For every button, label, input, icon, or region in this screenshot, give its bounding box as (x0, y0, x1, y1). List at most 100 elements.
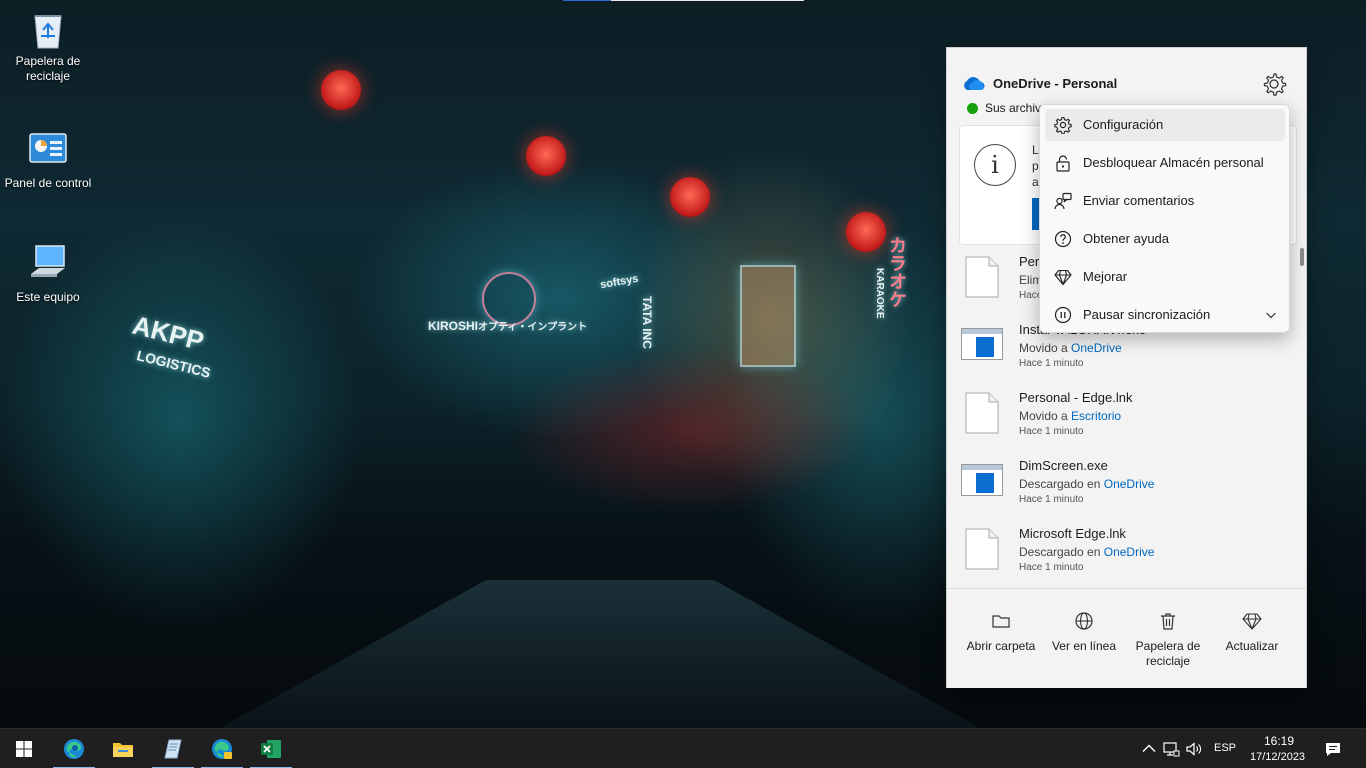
menu-item-settings[interactable]: Configuración (1045, 109, 1285, 141)
upgrade-button[interactable]: Actualizar (1210, 603, 1294, 654)
folder-icon (113, 743, 133, 757)
wallpaper-logistics-sign: LOGISTICS (135, 347, 213, 381)
menu-item-label: Pausar sincronización (1083, 307, 1211, 322)
menu-item-label: Configuración (1083, 117, 1164, 132)
desktop-icon-this-pc[interactable]: Este equipo (3, 244, 93, 305)
file-action: Movido a OneDrive (1019, 341, 1122, 355)
view-online-button[interactable]: Ver en línea (1042, 603, 1126, 654)
file-row[interactable]: Microsoft Edge.lnk Descargado en OneDriv… (947, 520, 1306, 588)
desktop-icon-label: Papelera de reciclaje (15, 54, 81, 83)
sync-status-text: Sus archivos están sincronizados (985, 101, 1045, 115)
clock-date[interactable]: 17/12/2023 (1250, 751, 1305, 763)
wallpaper-lantern (526, 136, 566, 176)
file-action: Movido a Escritorio (1019, 409, 1122, 423)
wallpaper-karaoke-jp-sign: カラオケ (887, 236, 907, 308)
globe-icon (1075, 612, 1093, 630)
onedrive-footer: Abrir carpeta Ver en línea Papelera de r… (947, 588, 1306, 688)
menu-item-label: Mejorar (1083, 269, 1128, 284)
onedrive-title: OneDrive - Personal (993, 76, 1118, 91)
desktop-icon-recycle-bin[interactable]: Papelera de reciclaje (3, 8, 93, 84)
settings-gear-button[interactable] (1261, 71, 1287, 97)
computer-icon (27, 244, 69, 286)
notifications-icon[interactable] (1324, 740, 1342, 758)
sync-ok-icon (967, 103, 978, 114)
excel-icon (261, 740, 281, 758)
taskbar-excel[interactable] (247, 729, 295, 768)
windows-start-icon (16, 741, 32, 757)
file-location-link[interactable]: OneDrive (1071, 341, 1122, 355)
feedback-icon (1054, 192, 1072, 210)
gear-icon (1054, 116, 1072, 134)
control-panel-icon (27, 130, 69, 172)
file-location-link[interactable]: Escritorio (1071, 409, 1121, 423)
wallpaper-billboard (740, 265, 796, 367)
trash-icon (1161, 613, 1175, 630)
menu-item-send-feedback[interactable]: Enviar comentarios (1045, 185, 1285, 217)
menu-item-get-help[interactable]: Obtener ayuda (1045, 223, 1285, 255)
menu-item-unlock-vault[interactable]: Desbloquear Almacén personal (1045, 147, 1285, 179)
file-row[interactable]: Personal - Edge.lnk Movido a Escritorio … (947, 384, 1306, 452)
taskbar: ESP 16:19 17/12/2023 (0, 728, 1366, 768)
file-time: Hace 1 minuto (1019, 562, 1084, 573)
diamond-icon (1242, 613, 1262, 630)
menu-item-pause-sync[interactable]: Pausar sincronización (1045, 299, 1285, 331)
diamond-icon (1054, 269, 1072, 286)
wallpaper-street (220, 580, 980, 728)
folder-icon (992, 615, 1010, 628)
menu-item-label: Desbloquear Almacén personal (1083, 155, 1264, 170)
wallpaper-tata-sign: TATA INC (640, 296, 654, 349)
menu-item-label: Obtener ayuda (1083, 231, 1170, 246)
recycle-bin-button[interactable]: Papelera de reciclaje (1126, 603, 1210, 669)
chevron-up-icon[interactable] (1140, 740, 1158, 758)
file-name: Personal - Edge.lnk (1019, 390, 1133, 405)
desktop-icon-label: Este equipo (16, 290, 80, 304)
wallpaper-karaoke-sign: KARAOKE (874, 268, 885, 319)
lock-icon (1056, 155, 1070, 172)
wallpaper-lantern (670, 177, 710, 217)
menu-item-label: Enviar comentarios (1083, 193, 1195, 208)
taskbar-notepad[interactable] (149, 729, 197, 768)
wallpaper-lantern (846, 212, 886, 252)
file-location-link[interactable]: OneDrive (1104, 477, 1155, 491)
file-location-link[interactable]: OneDrive (1104, 545, 1155, 559)
document-icon (965, 256, 999, 298)
chevron-down-icon (1266, 312, 1276, 319)
open-folder-label: Abrir carpeta (966, 639, 1036, 653)
info-icon: i (974, 144, 1016, 186)
file-row[interactable]: DimScreen.exe Descargado en OneDrive Hac… (947, 452, 1306, 520)
edge-profile-icon (212, 739, 232, 759)
desktop-icon-control-panel[interactable]: Panel de control (3, 130, 93, 191)
file-action: Descargado en OneDrive (1019, 545, 1155, 559)
taskbar-edge[interactable] (50, 729, 98, 768)
pause-icon (1054, 306, 1072, 324)
language-indicator[interactable]: ESP (1214, 742, 1236, 754)
onedrive-cloud-icon (964, 77, 985, 90)
open-folder-button[interactable]: Abrir carpeta (959, 603, 1043, 654)
wallpaper-kiroshi-sign: KIROSHIオプティ・インプラント (428, 319, 588, 333)
notepad-icon (164, 739, 182, 759)
wallpaper-lantern (321, 70, 361, 110)
recycle-bin-label: Papelera de reciclaje (1135, 639, 1201, 668)
exe-icon (961, 464, 1003, 496)
taskbar-file-explorer[interactable] (99, 729, 147, 768)
menu-item-upgrade[interactable]: Mejorar (1045, 261, 1285, 293)
clock-time[interactable]: 16:19 (1264, 734, 1294, 748)
file-action: Descargado en OneDrive (1019, 477, 1155, 491)
taskbar-edge-profile[interactable] (198, 729, 246, 768)
document-icon (965, 392, 999, 434)
upgrade-label: Actualizar (1225, 639, 1279, 653)
start-button[interactable] (0, 729, 48, 768)
file-time: Hace 1 minuto (1019, 358, 1084, 369)
file-name: Microsoft Edge.lnk (1019, 526, 1126, 541)
exe-icon (961, 328, 1003, 360)
file-list-scrollbar[interactable] (1300, 248, 1304, 266)
file-name: DimScreen.exe (1019, 458, 1108, 473)
network-icon[interactable] (1162, 740, 1180, 758)
wallpaper-softsys-sign: softsys (599, 272, 640, 292)
settings-context-menu: Configuración Desbloquear Almacén person… (1039, 104, 1290, 333)
document-icon (965, 528, 999, 570)
desktop-icon-label: Panel de control (4, 176, 92, 190)
volume-icon[interactable] (1185, 740, 1203, 758)
help-icon (1054, 230, 1072, 248)
recycle-bin-icon (27, 8, 69, 50)
